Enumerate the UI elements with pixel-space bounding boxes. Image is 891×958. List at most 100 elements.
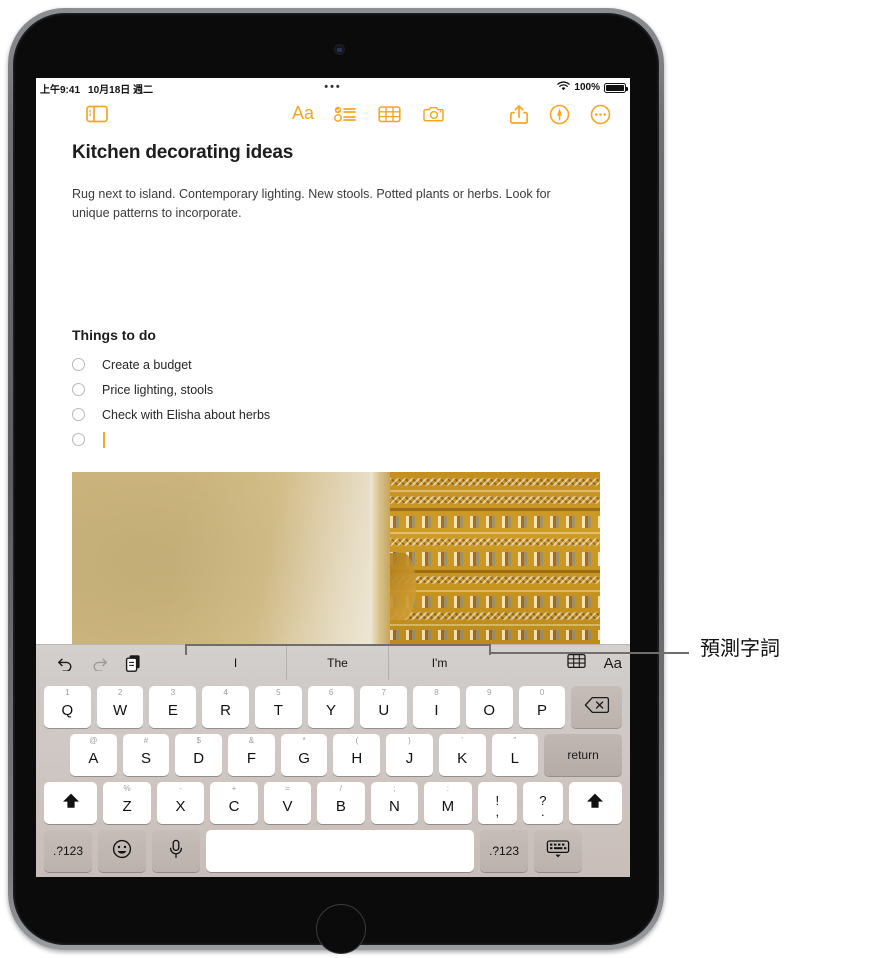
key-label: T xyxy=(273,702,283,719)
sidebar-icon[interactable] xyxy=(86,104,108,124)
checklist: Create a budget Price lighting, stools C… xyxy=(72,352,512,452)
key-label: C xyxy=(228,798,240,815)
note-paragraph[interactable]: Rug next to island. Contemporary lightin… xyxy=(72,185,577,223)
predictive-text-bar: I The I'm Aa xyxy=(36,644,630,681)
key-b[interactable]: / B xyxy=(317,782,365,824)
key-label: P xyxy=(536,702,547,719)
key-exclamation-comma[interactable]: !, xyxy=(477,782,518,824)
key-label: W xyxy=(113,702,128,719)
numbers-key-right[interactable]: .?123 xyxy=(480,830,528,872)
key-i[interactable]: 8 I xyxy=(413,686,460,728)
list-item[interactable]: Create a budget xyxy=(72,352,512,377)
delete-key[interactable] xyxy=(571,686,622,728)
key-g[interactable]: * G xyxy=(280,734,328,776)
checkbox-icon[interactable] xyxy=(72,358,85,371)
table-icon[interactable] xyxy=(378,104,401,124)
key-alt-label: ' xyxy=(461,736,463,745)
key-alt-label: & xyxy=(248,736,255,745)
home-button[interactable] xyxy=(316,904,366,954)
checkbox-icon[interactable] xyxy=(72,408,85,421)
key-alt-label: 0 xyxy=(539,688,545,697)
emoji-key[interactable] xyxy=(98,830,146,872)
dictation-key[interactable] xyxy=(152,830,200,872)
key-d[interactable]: $ D xyxy=(175,734,223,776)
keyboard-row-1: 1 Q 2 W 3 E 4 R 5 T 6 Y 7 U 8 I 9 O 0 P xyxy=(44,686,622,728)
undo-icon[interactable] xyxy=(48,656,82,671)
key-alt-label: " xyxy=(513,736,517,745)
key-label: F xyxy=(246,750,256,767)
hide-keyboard-icon xyxy=(546,839,570,863)
key-label: N xyxy=(388,798,400,815)
key-t[interactable]: 5 T xyxy=(254,686,302,728)
key-alt-label: $ xyxy=(196,736,201,745)
list-item[interactable]: Price lighting, stools xyxy=(72,377,512,402)
key-s[interactable]: # S xyxy=(122,734,170,776)
key-v[interactable]: = V xyxy=(263,782,312,824)
status-date: 10月18日 週二 xyxy=(88,85,154,96)
shift-up-arrow-icon xyxy=(585,791,605,815)
share-icon[interactable] xyxy=(509,104,529,125)
prediction-option-1[interactable]: I xyxy=(185,645,287,681)
checkbox-icon[interactable] xyxy=(72,383,85,396)
page-title[interactable]: Kitchen decorating ideas xyxy=(72,142,293,164)
more-ellipsis-icon[interactable] xyxy=(590,104,611,125)
key-label: J xyxy=(405,750,414,767)
keyboard-row-2: @ A # S $ D & F * G ( H ) J ' K " L retu… xyxy=(70,734,622,776)
return-key[interactable]: return xyxy=(544,734,622,776)
checklist-icon[interactable] xyxy=(334,104,357,124)
key-label: L xyxy=(510,750,520,767)
prediction-option-2[interactable]: The xyxy=(287,645,389,681)
key-u[interactable]: 7 U xyxy=(360,686,408,728)
key-f[interactable]: & F xyxy=(228,734,275,776)
list-item[interactable]: Check with Elisha about herbs xyxy=(72,402,512,427)
checkbox-icon[interactable] xyxy=(72,433,85,446)
status-bar-left: 上午9:41 10月18日 週二 xyxy=(40,81,153,96)
key-n[interactable]: ; N xyxy=(370,782,419,824)
list-item-active[interactable] xyxy=(72,427,512,452)
key-z[interactable]: % Z xyxy=(103,782,151,824)
list-item-label: Check with Elisha about herbs xyxy=(102,407,271,422)
key-label: H xyxy=(351,750,363,767)
key-w[interactable]: 2 W xyxy=(96,686,144,728)
dismiss-keyboard-key[interactable] xyxy=(534,830,582,872)
paste-icon[interactable] xyxy=(116,654,150,672)
key-p[interactable]: 0 P xyxy=(518,686,566,728)
multitask-dots[interactable]: ••• xyxy=(324,81,342,93)
key-label: E xyxy=(167,702,178,719)
key-j[interactable]: ) J xyxy=(386,734,433,776)
key-o[interactable]: 9 O xyxy=(465,686,513,728)
key-h[interactable]: ( H xyxy=(333,734,381,776)
numbers-key-left[interactable]: .?123 xyxy=(44,830,92,872)
markup-pen-icon[interactable] xyxy=(549,104,570,125)
key-label: V xyxy=(282,798,293,815)
key-x[interactable]: - X xyxy=(156,782,205,824)
shift-right-key[interactable] xyxy=(568,782,623,824)
key-c[interactable]: + C xyxy=(210,782,258,824)
key-m[interactable]: : M xyxy=(424,782,472,824)
format-aa-button[interactable]: Aa xyxy=(292,103,314,124)
key-q[interactable]: 1 Q xyxy=(44,686,91,728)
key-alt-label: 1 xyxy=(65,688,70,697)
onscreen-keyboard: 1 Q 2 W 3 E 4 R 5 T 6 Y 7 U 8 I 9 O 0 P … xyxy=(36,680,630,877)
key-r[interactable]: 4 R xyxy=(202,686,249,728)
key-label: A xyxy=(88,750,99,767)
redo-icon[interactable] xyxy=(82,656,116,671)
space-key[interactable] xyxy=(206,830,474,872)
status-bar: 上午9:41 10月18日 週二 ••• 100% xyxy=(36,78,630,98)
table-icon[interactable] xyxy=(566,653,586,674)
todo-heading[interactable]: Things to do xyxy=(72,327,156,343)
key-alt-label: 9 xyxy=(487,688,492,697)
key-e[interactable]: 3 E xyxy=(149,686,197,728)
key-alt-label: : xyxy=(446,784,449,793)
key-y[interactable]: 6 Y xyxy=(307,686,355,728)
camera-icon[interactable] xyxy=(423,104,446,124)
shift-left-key[interactable] xyxy=(44,782,98,824)
key-k[interactable]: ' K xyxy=(438,734,486,776)
key-l[interactable]: " L xyxy=(491,734,539,776)
key-question-period[interactable]: ?. xyxy=(523,782,563,824)
format-aa-button[interactable]: Aa xyxy=(604,655,622,672)
list-item-label: Create a budget xyxy=(102,357,192,372)
key-a[interactable]: @ A xyxy=(70,734,117,776)
prediction-option-3[interactable]: I'm xyxy=(389,645,490,681)
note-content[interactable]: Kitchen decorating ideas Rug next to isl… xyxy=(36,136,630,696)
